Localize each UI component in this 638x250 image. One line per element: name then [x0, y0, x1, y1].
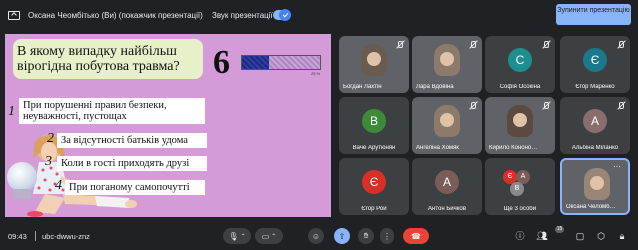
participant-name: Альбіна Міланко	[571, 145, 619, 151]
more-options-button[interactable]: ⋮	[380, 228, 394, 244]
present-icon: ⇧	[338, 231, 346, 241]
chevron-up-icon: ⌃	[240, 233, 246, 240]
mic-off-icon	[541, 101, 551, 111]
avatar: В	[362, 109, 386, 133]
participant-name: Єгор Маренко	[575, 84, 615, 90]
question-number: 6	[213, 44, 230, 81]
chevron-up-icon: ⌃	[271, 233, 277, 240]
sound-label: Звук презентації	[212, 11, 273, 20]
participant-name: Богдан Лахтін	[343, 84, 382, 90]
participant-name: Лара Вдовіна	[416, 84, 454, 90]
camera-button[interactable]: ▭ ⌃	[255, 228, 283, 244]
participant-tile[interactable]: В Ваче Арутюнян	[339, 97, 409, 154]
mic-off-icon	[616, 101, 626, 111]
video-feed	[434, 105, 460, 137]
participant-name: Антон Бичков	[428, 206, 466, 212]
participant-tile[interactable]: Лара Вдовіна	[412, 36, 482, 93]
participant-tile[interactable]: Є Єгор Рой	[339, 158, 409, 215]
stop-presenting-button[interactable]: Зупинити презентацію	[556, 4, 631, 25]
participant-tile[interactable]: С Софія Осокіна	[485, 36, 555, 93]
mic-off-icon	[541, 40, 551, 50]
participant-name: Ваче Арутюнян	[352, 145, 396, 151]
option-3-text: Коли в гості приходять друзі	[57, 156, 207, 171]
bottom-bar: 09:43 ubc-dwwu-znz 🎙︎ ⌃ ▭ ⌃ ☺ ⇧ ✋︎ ⋮ ☎︎ ⓘ …	[0, 222, 638, 250]
info-icon[interactable]: ⓘ	[513, 229, 527, 243]
activities-icon[interactable]: ⬡	[594, 229, 608, 243]
participant-name: Ангеліна Хомяк	[416, 145, 459, 151]
participant-tile[interactable]: ··· Оксана Челомб…	[560, 158, 630, 215]
people-icon[interactable]: 👥︎	[535, 229, 549, 243]
emoji-button[interactable]: ☺	[308, 228, 324, 244]
speaking-indicator-icon: ···	[613, 162, 621, 171]
option-2-text: За відсутності батьків удома	[57, 133, 207, 148]
chat-icon[interactable]: ▢	[573, 229, 587, 243]
option-4-number: 4	[55, 178, 62, 193]
meeting-time: 09:43	[8, 232, 27, 241]
raise-hand-button[interactable]: ✋︎	[358, 228, 374, 244]
participant-name: Єгор Рой	[361, 206, 387, 212]
option-4-text: При поганому самопочутті	[65, 180, 205, 195]
participant-tile[interactable]: А Антон Бичков	[412, 158, 482, 215]
presentation-slide: В якому випадку найбільш вірогідна побут…	[5, 34, 331, 217]
raise-hand-icon: ✋︎	[363, 231, 369, 240]
mic-off-icon	[395, 40, 405, 50]
avatar: А	[435, 170, 459, 194]
meeting-code: ubc-dwwu-znz	[42, 232, 90, 241]
video-feed	[361, 44, 387, 76]
check-icon	[279, 9, 291, 21]
participant-tile[interactable]: Кирило Кононо…	[485, 97, 555, 154]
meet-window: Оксана Чеомбітько (Ви) (покажчик презент…	[0, 0, 638, 250]
crystal-ball-base	[13, 189, 31, 199]
avatar: Є	[583, 48, 607, 72]
option-1-number: 1	[8, 104, 15, 119]
participant-tile[interactable]: Є А В Ще 3 особи	[485, 158, 555, 215]
timer-fill	[242, 56, 270, 69]
crystal-ball	[7, 162, 37, 192]
divider	[35, 231, 36, 241]
top-bar: Оксана Чеомбітько (Ви) (покажчик презент…	[0, 0, 638, 32]
more-icon: ⋮	[383, 231, 391, 241]
camera-icon: ▭	[261, 231, 270, 241]
participant-name: Кирило Кононо…	[489, 145, 538, 151]
mic-button[interactable]: 🎙︎ ⌃	[223, 228, 251, 244]
participant-name: Оксана Челомб…	[566, 204, 616, 210]
mic-off-icon	[468, 40, 478, 50]
avatar: А	[583, 109, 607, 133]
video-feed	[434, 44, 460, 76]
timer-bar	[241, 55, 321, 70]
participant-tile[interactable]: А Альбіна Міланко	[560, 97, 630, 154]
mini-avatar: В	[510, 182, 524, 196]
timer-rest	[269, 56, 320, 69]
slide-question: В якому випадку найбільш вірогідна побут…	[17, 44, 180, 74]
participants-count-badge: 15	[555, 226, 564, 233]
avatar: Є	[362, 170, 386, 194]
participant-name: Ще 3 особи	[503, 206, 537, 212]
participant-name: Софія Осокіна	[499, 84, 541, 90]
presenter-title: Оксана Чеомбітько (Ви) (покажчик презент…	[28, 11, 203, 20]
timer-percent: 25 %	[311, 71, 321, 76]
lock-icon[interactable]: 🔒︎	[615, 229, 629, 243]
emoji-icon: ☺	[311, 231, 321, 241]
video-feed	[507, 105, 533, 137]
end-call-icon: ☎︎	[411, 231, 421, 241]
option-1-text: При порушенні правил безпеки, неуважност…	[19, 98, 205, 124]
video-feed	[584, 168, 610, 200]
avatar: С	[508, 48, 532, 72]
presentation-icon	[8, 11, 20, 20]
group-avatars: ЄАВ	[503, 170, 543, 196]
option-3-number: 3	[45, 154, 52, 169]
present-button[interactable]: ⇧	[334, 228, 350, 244]
sound-toggle[interactable]	[273, 9, 291, 21]
participant-tile[interactable]: Є Єгор Маренко	[560, 36, 630, 93]
mic-off-icon	[468, 101, 478, 111]
option-2-number: 2	[47, 131, 54, 146]
mic-icon: 🎙︎	[228, 231, 239, 241]
mic-off-icon	[616, 40, 626, 50]
end-call-button[interactable]: ☎︎	[403, 228, 429, 244]
participant-tile[interactable]: Богдан Лахтін	[339, 36, 409, 93]
participant-tile[interactable]: Ангеліна Хомяк	[412, 97, 482, 154]
